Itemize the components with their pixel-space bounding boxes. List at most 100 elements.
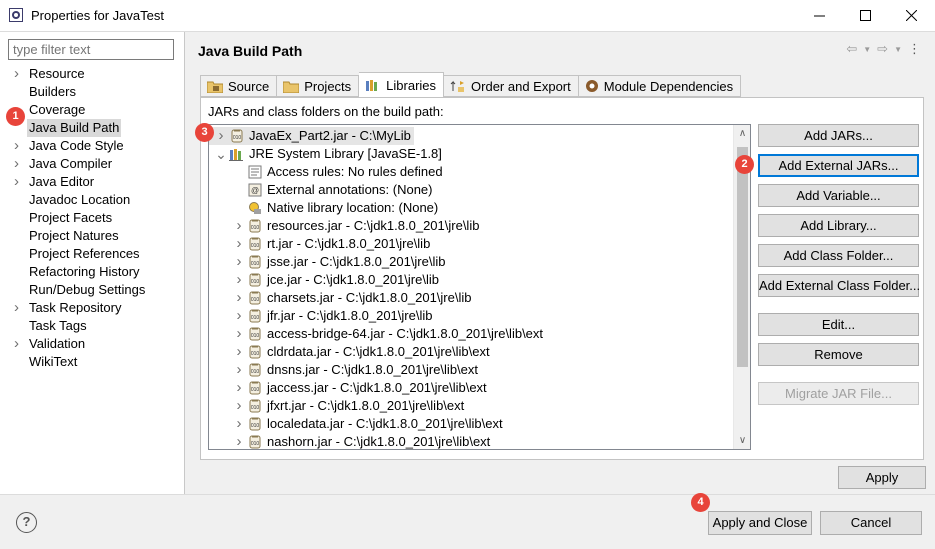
nav-item-project-references[interactable]: Project References: [0, 245, 185, 263]
tree-row-label: jsse.jar - C:\jdk1.8.0_201\jre\lib: [267, 254, 446, 269]
expand-chevron-icon[interactable]: ›: [233, 379, 245, 397]
expand-chevron-icon[interactable]: ›: [233, 253, 245, 271]
tab-order-and-export[interactable]: Order and Export: [444, 75, 579, 97]
expand-chevron-icon[interactable]: ›: [233, 361, 245, 379]
tree-row[interactable]: › 010 resources.jar - C:\jdk1.8.0_201\jre\…: [209, 217, 729, 235]
expand-chevron-icon[interactable]: ›: [233, 289, 245, 307]
back-dropdown-icon[interactable]: ▼: [863, 45, 871, 54]
nav-item-label: Project Natures: [29, 228, 119, 243]
tree-row[interactable]: › 010 JavaEx_Part2.jar - C:\MyLib: [209, 127, 414, 145]
expand-chevron-icon[interactable]: ›: [233, 415, 245, 433]
expand-chevron-icon[interactable]: ›: [233, 235, 245, 253]
tree-row[interactable]: › 010 dnsns.jar - C:\jdk1.8.0_201\jre\lib\…: [209, 361, 729, 379]
jar-icon: 010: [247, 255, 263, 269]
tree-row[interactable]: › 010 nashorn.jar - C:\jdk1.8.0_201\jre\li…: [209, 433, 729, 449]
view-menu-icon[interactable]: ⋮: [908, 41, 921, 57]
dialog-content: › Resource Builders Coverage Java Build Path…: [0, 31, 935, 495]
scroll-down-icon[interactable]: ∨: [734, 432, 750, 449]
tab-libraries[interactable]: Libraries: [359, 72, 445, 97]
add-jars-button[interactable]: Add JARs...: [758, 124, 919, 147]
expand-chevron-icon[interactable]: ›: [215, 127, 227, 145]
add-library-button[interactable]: Add Library...: [758, 214, 919, 237]
tree-row[interactable]: Native library location: (None): [209, 199, 729, 217]
module-icon: [585, 79, 599, 93]
expand-chevron-icon[interactable]: ›: [14, 65, 24, 83]
add-external-class-folder-button[interactable]: Add External Class Folder...: [758, 274, 920, 297]
tree-row[interactable]: @ External annotations: (None): [209, 181, 729, 199]
nav-item-java-compiler[interactable]: › Java Compiler: [0, 155, 185, 173]
nav-item-coverage[interactable]: Coverage: [0, 101, 185, 119]
tree-row[interactable]: › 010 rt.jar - C:\jdk1.8.0_201\jre\lib: [209, 235, 729, 253]
scroll-thumb[interactable]: [737, 147, 748, 367]
tree-row[interactable]: › 010 charsets.jar - C:\jdk1.8.0_201\jre\l…: [209, 289, 729, 307]
jar-icon: 010: [229, 129, 245, 143]
tree-row[interactable]: › 010 jfr.jar - C:\jdk1.8.0_201\jre\lib: [209, 307, 729, 325]
nav-item-task-tags[interactable]: Task Tags: [0, 317, 185, 335]
expand-chevron-icon[interactable]: ›: [233, 307, 245, 325]
tree-row[interactable]: › 010 jce.jar - C:\jdk1.8.0_201\jre\lib: [209, 271, 729, 289]
build-path-tree[interactable]: › 010 JavaEx_Part2.jar - C:\MyLib ⌄ JRE Syst…: [208, 124, 751, 450]
tree-row[interactable]: › 010 localedata.jar - C:\jdk1.8.0_201\jre…: [209, 415, 729, 433]
jar-icon: 010: [247, 345, 263, 359]
nav-item-resource[interactable]: › Resource: [0, 65, 185, 83]
nav-item-task-repository[interactable]: › Task Repository: [0, 299, 185, 317]
nav-item-project-facets[interactable]: Project Facets: [0, 209, 185, 227]
expand-chevron-icon[interactable]: ›: [14, 335, 24, 353]
edit-button[interactable]: Edit...: [758, 313, 919, 336]
tree-row[interactable]: Access rules: No rules defined: [209, 163, 729, 181]
close-button[interactable]: [888, 0, 934, 31]
forward-dropdown-icon[interactable]: ▼: [894, 45, 902, 54]
nav-item-project-natures[interactable]: Project Natures: [0, 227, 185, 245]
filter-input[interactable]: [8, 39, 174, 60]
expand-chevron-icon[interactable]: ›: [14, 137, 24, 155]
nav-item-label: Validation: [29, 336, 86, 351]
add-class-folder-button[interactable]: Add Class Folder...: [758, 244, 919, 267]
add-variable-button[interactable]: Add Variable...: [758, 184, 919, 207]
remove-button[interactable]: Remove: [758, 343, 919, 366]
nav-item-javadoc-location[interactable]: Javadoc Location: [0, 191, 185, 209]
expand-chevron-icon[interactable]: ›: [14, 299, 24, 317]
expand-chevron-icon[interactable]: ›: [14, 173, 24, 191]
svg-text:010: 010: [251, 351, 260, 357]
annotation-badge-1: 1: [6, 107, 25, 126]
back-arrow-icon[interactable]: ⇦: [846, 41, 857, 57]
nav-item-run-debug-settings[interactable]: Run/Debug Settings: [0, 281, 185, 299]
apply-button[interactable]: Apply: [838, 466, 926, 489]
tree-row[interactable]: › 010 jaccess.jar - C:\jdk1.8.0_201\jre\li…: [209, 379, 729, 397]
tree-row[interactable]: ⌄ JRE System Library [JavaSE-1.8]: [209, 145, 729, 163]
tab-module-dependencies[interactable]: Module Dependencies: [578, 75, 742, 97]
nav-item-validation[interactable]: › Validation: [0, 335, 185, 353]
nav-item-refactoring-history[interactable]: Refactoring History: [0, 263, 185, 281]
add-external-jars-button[interactable]: Add External JARs...: [758, 154, 919, 177]
tab-projects[interactable]: Projects: [277, 75, 360, 97]
tree-row[interactable]: › 010 access-bridge-64.jar - C:\jdk1.8.0_2…: [209, 325, 729, 343]
expand-chevron-icon[interactable]: ›: [233, 397, 245, 415]
annotations-icon: @: [247, 183, 263, 197]
forward-arrow-icon[interactable]: ⇨: [877, 41, 888, 57]
apply-and-close-button[interactable]: Apply and Close: [708, 511, 812, 535]
cancel-button[interactable]: Cancel: [820, 511, 922, 535]
svg-text:010: 010: [251, 225, 260, 231]
maximize-button[interactable]: [842, 0, 888, 31]
expand-chevron-icon[interactable]: ›: [233, 343, 245, 361]
scroll-up-icon[interactable]: ∧: [734, 125, 750, 142]
jar-icon: 010: [247, 327, 263, 341]
nav-item-java-code-style[interactable]: › Java Code Style: [0, 137, 185, 155]
help-icon[interactable]: ?: [16, 512, 37, 533]
tree-row[interactable]: › 010 jsse.jar - C:\jdk1.8.0_201\jre\lib: [209, 253, 729, 271]
nav-item-wikitext[interactable]: WikiText: [0, 353, 185, 371]
expand-chevron-icon[interactable]: ›: [14, 155, 24, 173]
tree-row[interactable]: › 010 jfxrt.jar - C:\jdk1.8.0_201\jre\lib\…: [209, 397, 729, 415]
svg-text:010: 010: [251, 315, 260, 321]
expand-chevron-icon[interactable]: ›: [233, 325, 245, 343]
minimize-button[interactable]: [796, 0, 842, 31]
expand-chevron-icon[interactable]: ›: [233, 217, 245, 235]
nav-item-java-editor[interactable]: › Java Editor: [0, 173, 185, 191]
collapse-chevron-icon[interactable]: ⌄: [215, 145, 227, 163]
expand-chevron-icon[interactable]: ›: [233, 433, 245, 449]
tab-source[interactable]: Source: [200, 75, 278, 97]
expand-chevron-icon[interactable]: ›: [233, 271, 245, 289]
nav-item-builders[interactable]: Builders: [0, 83, 185, 101]
nav-item-java-build-path[interactable]: Java Build Path: [0, 119, 185, 137]
tree-row[interactable]: › 010 cldrdata.jar - C:\jdk1.8.0_201\jre\l…: [209, 343, 729, 361]
